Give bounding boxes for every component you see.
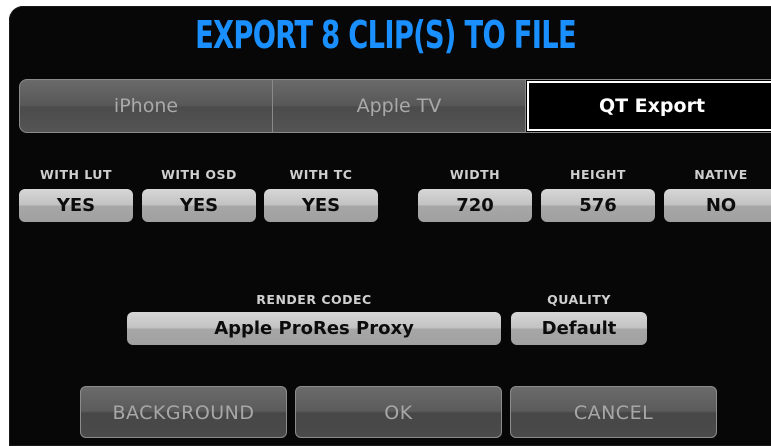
export-target-tabs: iPhone Apple TV QT Export [19, 79, 771, 133]
width-label: WIDTH [449, 167, 501, 182]
with-osd-toggle[interactable]: YES [142, 189, 256, 222]
dialog-title: EXPORT 8 CLIP(S) TO FILE [195, 13, 577, 57]
render-codec-label: RENDER CODEC [256, 292, 372, 307]
ok-button[interactable]: OK [295, 386, 502, 438]
height-field[interactable]: 576 [541, 189, 655, 222]
native-toggle[interactable]: NO [664, 189, 771, 222]
with-tc-toggle[interactable]: YES [264, 189, 378, 222]
tab-apple-tv[interactable]: Apple TV [273, 80, 526, 132]
native-label: NATIVE [694, 167, 748, 182]
tab-iphone[interactable]: iPhone [20, 80, 273, 132]
height-label: HEIGHT [570, 167, 626, 182]
render-codec-select[interactable]: Apple ProRes Proxy [127, 312, 501, 345]
tab-qt-export[interactable]: QT Export [526, 80, 771, 132]
width-field[interactable]: 720 [418, 189, 532, 222]
quality-select[interactable]: Default [511, 312, 647, 345]
with-lut-label: WITH LUT [40, 167, 112, 182]
cancel-button[interactable]: CANCEL [510, 386, 717, 438]
background-button[interactable]: BACKGROUND [80, 386, 287, 438]
with-osd-label: WITH OSD [161, 167, 237, 182]
export-dialog [9, 6, 771, 446]
with-lut-toggle[interactable]: YES [19, 189, 133, 222]
with-tc-label: WITH TC [289, 167, 353, 182]
quality-label: QUALITY [547, 292, 611, 307]
